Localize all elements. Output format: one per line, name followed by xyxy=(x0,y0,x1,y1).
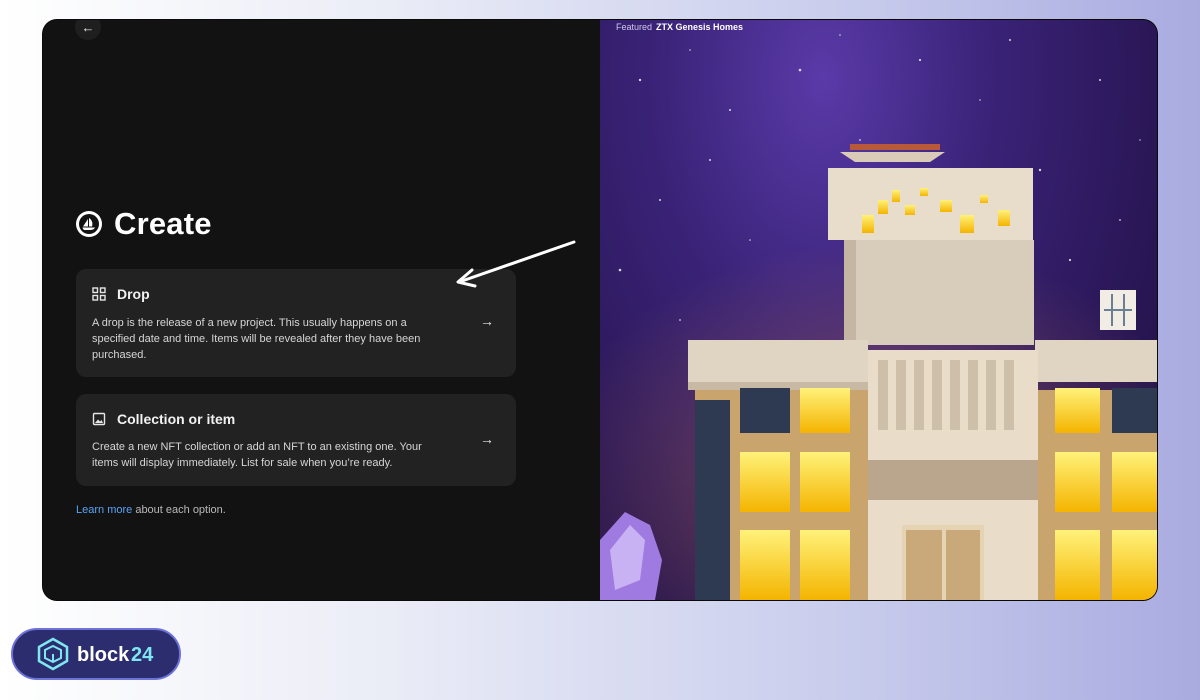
block24-wordmark: block 24 xyxy=(77,644,154,666)
page-header: Create xyxy=(76,206,212,242)
collection-option-description: Create a new NFT collection or add an NF… xyxy=(92,441,422,469)
image-icon xyxy=(92,412,106,426)
collection-option-header: Collection or item xyxy=(92,411,235,427)
annotation-arrow xyxy=(456,240,576,288)
learn-more-text: Learn more about each option. xyxy=(76,504,226,516)
featured-hero-image[interactable]: Featured ZTX Genesis Homes xyxy=(600,20,1157,600)
grid-icon xyxy=(92,287,106,301)
collection-option-title: Collection or item xyxy=(117,411,236,427)
block24-watermark: block 24 xyxy=(11,628,181,680)
arrow-left-icon: ← xyxy=(81,20,95,35)
opensea-logo-icon xyxy=(76,211,102,237)
arrow-right-icon: → xyxy=(480,313,494,329)
featured-artwork xyxy=(600,34,1157,600)
learn-more-suffix: about each option. xyxy=(132,504,226,516)
arrow-right-icon: → xyxy=(480,431,494,447)
featured-label: Featured xyxy=(616,22,653,32)
svg-text:24: 24 xyxy=(131,644,154,666)
collection-option-card[interactable]: Collection or item Create a new NFT coll… xyxy=(76,394,516,486)
create-panel: ← Create Drop A drop is the release of a… xyxy=(43,20,600,600)
back-button[interactable]: ← xyxy=(75,20,101,40)
learn-more-link[interactable]: Learn more xyxy=(76,504,132,516)
drop-option-description: A drop is the release of a new project. … xyxy=(92,317,421,361)
drop-option-title: Drop xyxy=(117,286,150,302)
featured-caption: Featured ZTX Genesis Homes xyxy=(616,22,743,32)
app-window: ← Create Drop A drop is the release of a… xyxy=(43,20,1157,600)
page-title: Create xyxy=(114,206,212,241)
svg-text:block: block xyxy=(77,644,130,666)
cube-logo-icon xyxy=(37,637,69,671)
featured-collection-name[interactable]: ZTX Genesis Homes xyxy=(656,22,743,32)
drop-option-header: Drop xyxy=(92,286,150,302)
